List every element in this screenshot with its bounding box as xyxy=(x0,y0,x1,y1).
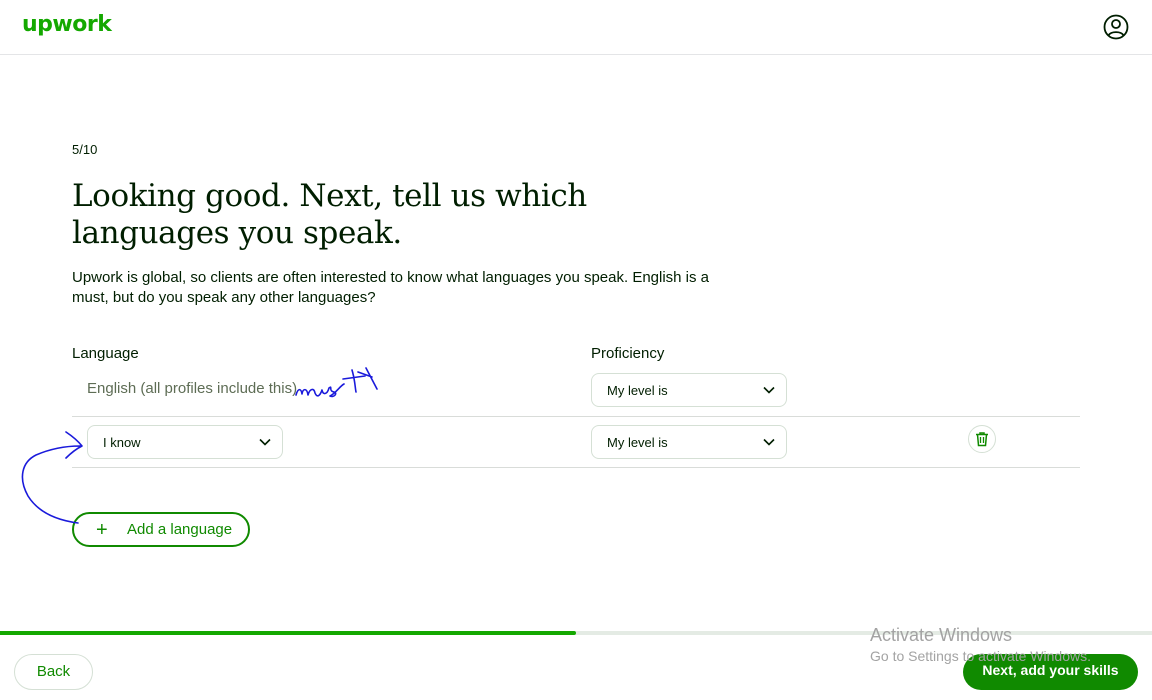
handwritten-must-t xyxy=(357,367,378,390)
language-proficiency-value: My level is xyxy=(607,435,668,450)
language-proficiency-select[interactable]: My level is xyxy=(591,425,787,459)
delete-language-button[interactable] xyxy=(968,425,996,453)
english-language-label: English (all profiles include this) xyxy=(87,380,298,397)
proficiency-column-header: Proficiency xyxy=(591,345,665,362)
chevron-down-icon xyxy=(259,438,271,446)
watermark-subtitle: Go to Settings to activate Windows. xyxy=(870,648,1091,664)
upwork-logo[interactable]: upwork xyxy=(22,12,112,37)
handwritten-annotation xyxy=(21,367,378,524)
english-proficiency-value: My level is xyxy=(607,383,668,398)
add-language-button[interactable]: + Add a language xyxy=(72,512,250,547)
chevron-down-icon xyxy=(763,438,775,446)
chevron-down-icon xyxy=(763,386,775,394)
language-select-value: I know xyxy=(103,435,141,450)
progress-bar-fill xyxy=(0,631,576,635)
handwritten-must-scribble xyxy=(295,369,366,398)
plus-icon: + xyxy=(96,519,108,541)
step-counter: 5/10 xyxy=(72,142,98,157)
trash-icon xyxy=(976,432,988,447)
windows-activation-watermark: Activate Windows Go to Settings to activ… xyxy=(870,625,1091,664)
top-bar: upwork xyxy=(0,0,1152,55)
language-select[interactable]: I know xyxy=(87,425,283,459)
page-subtitle: Upwork is global, so clients are often i… xyxy=(72,269,710,306)
annotation-arrow xyxy=(21,431,83,524)
language-column-header: Language xyxy=(72,345,139,362)
english-proficiency-select[interactable]: My level is xyxy=(591,373,787,407)
watermark-title: Activate Windows xyxy=(870,625,1013,645)
user-circle-icon[interactable] xyxy=(1103,14,1129,40)
row-divider xyxy=(72,467,1080,468)
back-button[interactable]: Back xyxy=(14,654,93,690)
row-divider xyxy=(72,416,1080,417)
add-language-label: Add a language xyxy=(127,521,233,538)
page-title: Looking good. Next, tell us which langua… xyxy=(72,178,587,251)
